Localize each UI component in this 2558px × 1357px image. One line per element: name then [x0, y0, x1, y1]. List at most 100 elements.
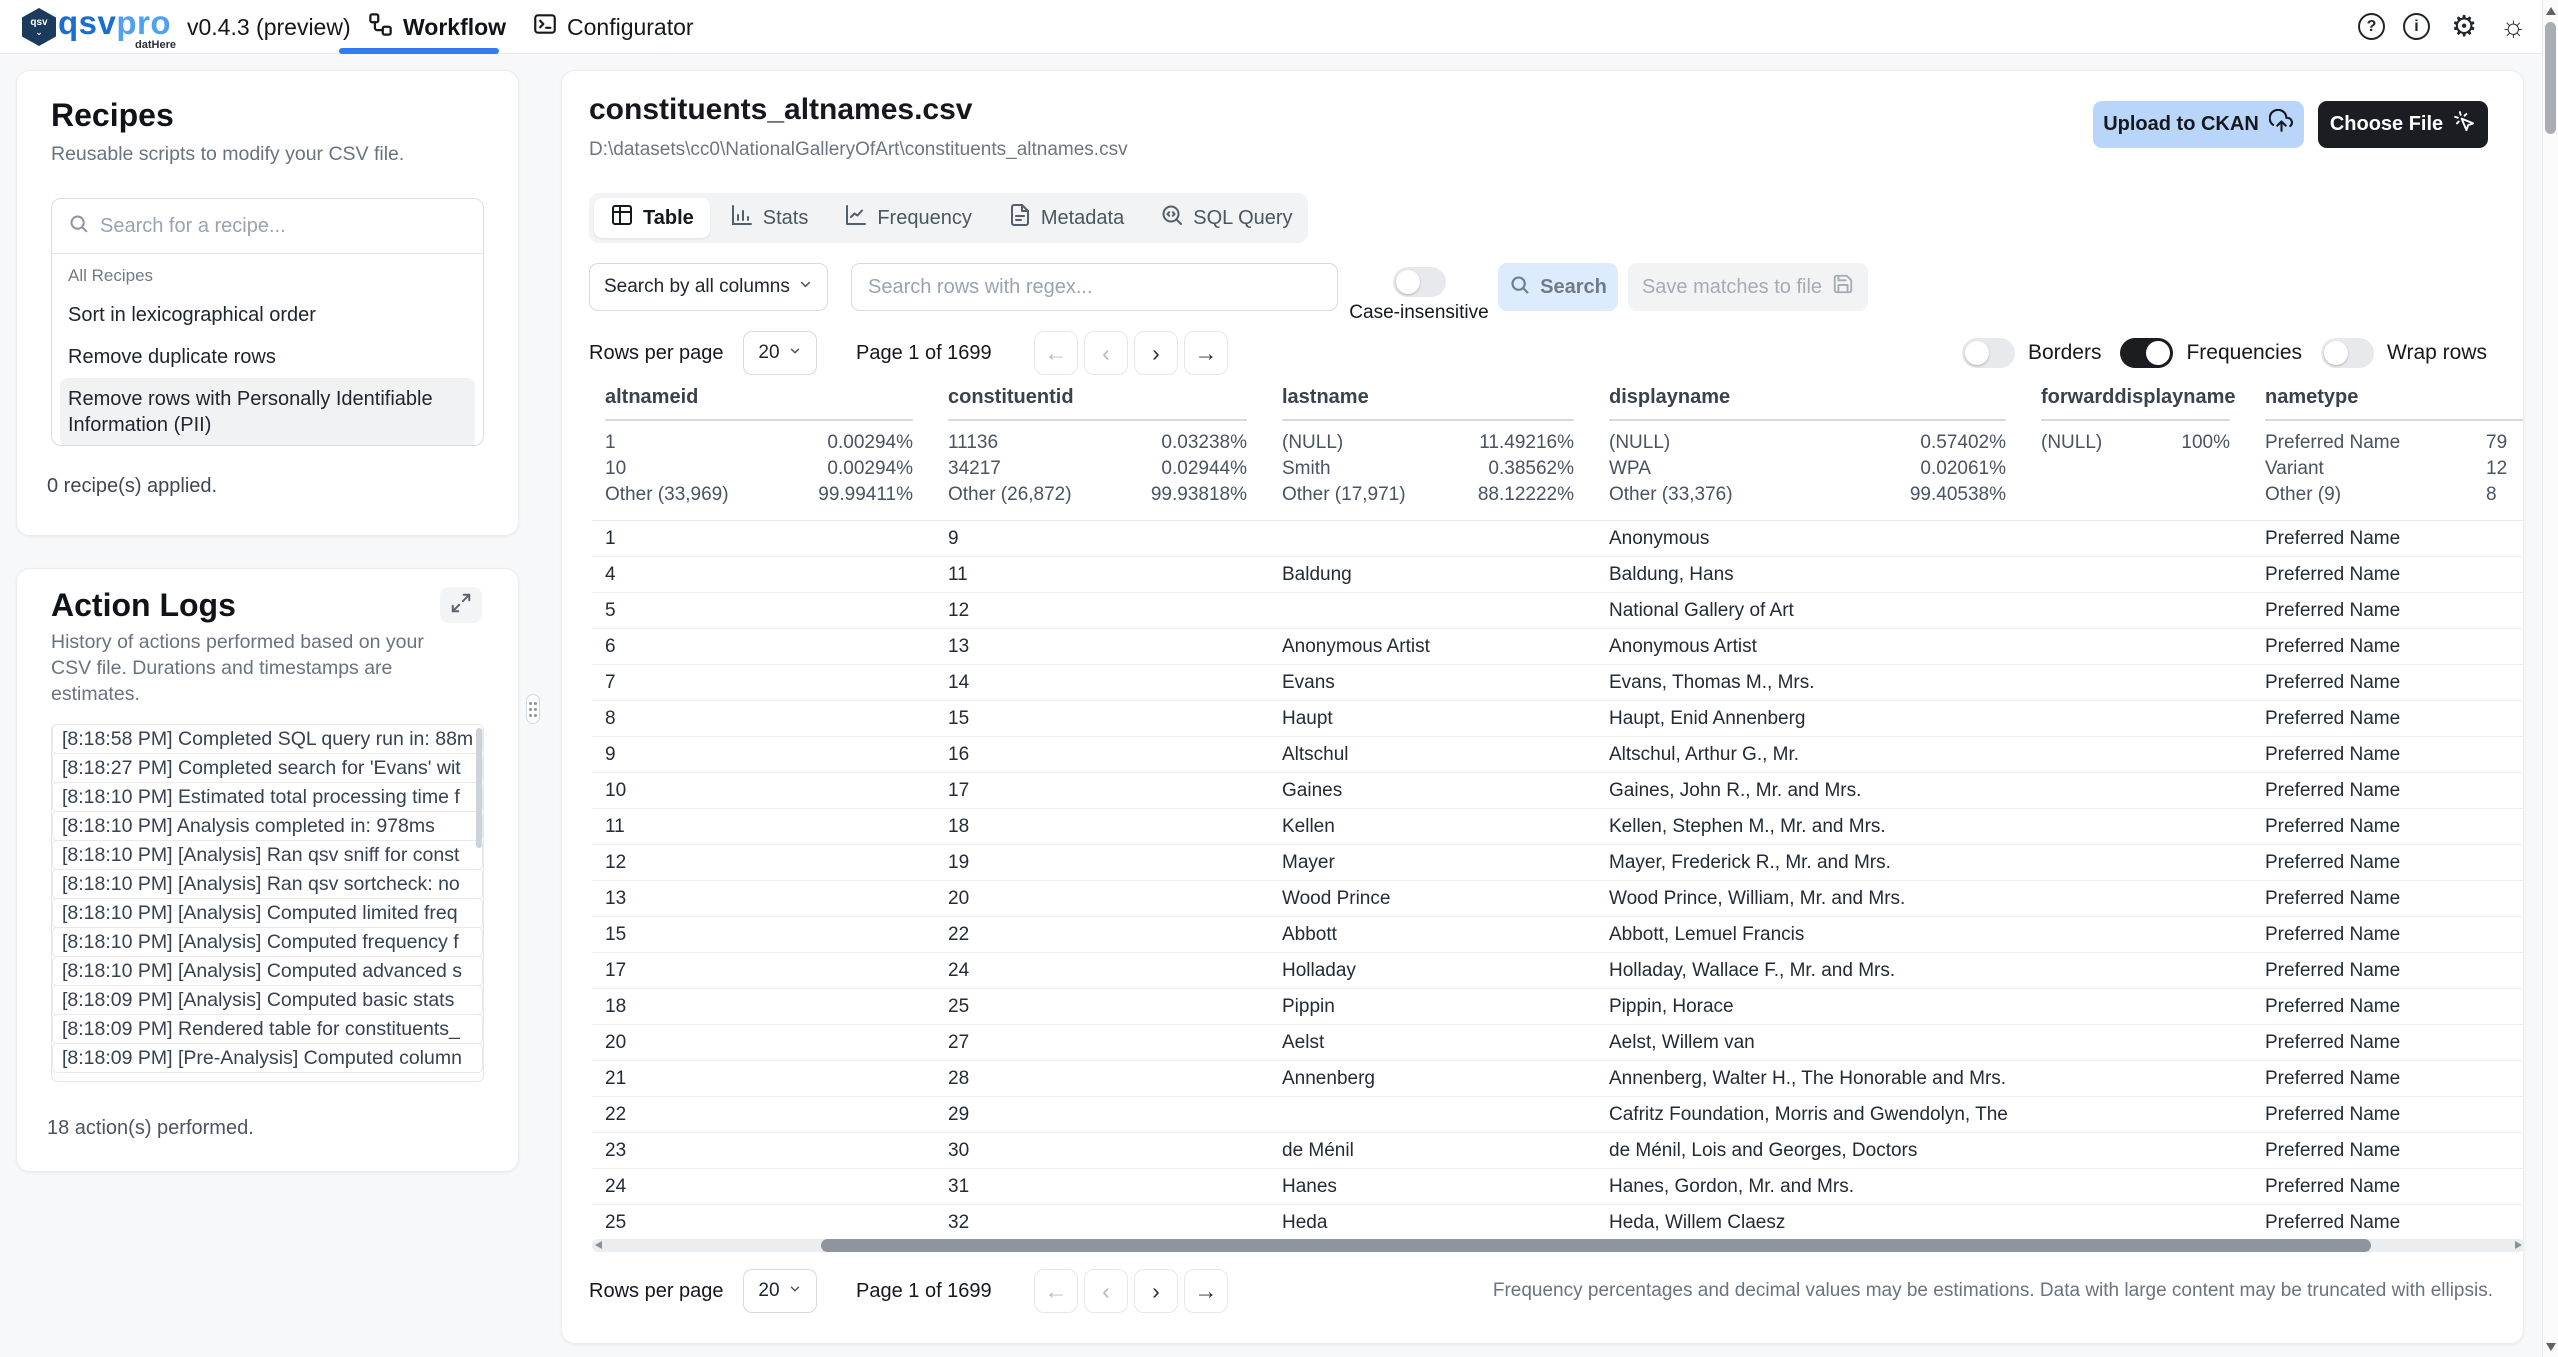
info-icon[interactable]: i — [2403, 13, 2430, 40]
table-cell: 11 — [592, 809, 935, 844]
recipe-item[interactable]: Sort in lexicographical order — [60, 294, 475, 336]
recipe-item[interactable]: Remove duplicate rows — [60, 336, 475, 378]
window-scrollbar-thumb[interactable] — [2545, 22, 2556, 134]
scroll-up-arrow-icon[interactable] — [2546, 7, 2556, 15]
table-cell: 24 — [935, 953, 1269, 988]
tab-sql-query[interactable]: SQL Query — [1144, 198, 1308, 238]
frequency-cell: (NULL)100% — [2028, 421, 2252, 520]
scroll-left-arrow-icon[interactable] — [595, 1241, 602, 1249]
table-cell: Anonymous Artist — [1596, 629, 2028, 664]
log-entry: [8:18:10 PM] [Analysis] Computed frequen… — [52, 927, 483, 957]
search-scope-select[interactable]: Search by all columns — [589, 263, 828, 311]
recipe-search-input[interactable] — [100, 215, 460, 238]
table-cell — [2028, 1169, 2252, 1204]
recipe-item[interactable]: Remove rows with Personally Identifiable… — [60, 378, 475, 446]
prev-page-button[interactable]: ‹ — [1084, 1269, 1128, 1313]
table-cell: 19 — [935, 845, 1269, 880]
settings-gear-icon[interactable]: ⚙ — [2451, 8, 2477, 46]
table-row: 815HauptHaupt, Enid AnnenbergPreferred N… — [592, 701, 2524, 737]
choose-file-label: Choose File — [2330, 113, 2443, 136]
table-cell: Preferred Name — [2252, 1097, 2524, 1132]
table-cell — [2028, 521, 2252, 556]
tab-metadata[interactable]: Metadata — [992, 198, 1140, 238]
log-scrollbar-thumb[interactable] — [476, 728, 482, 848]
last-page-button[interactable]: → — [1184, 1269, 1228, 1313]
table-cell: Preferred Name — [2252, 881, 2524, 916]
table-cell: Mayer, Frederick R., Mr. and Mrs. — [1596, 845, 2028, 880]
frequency-cell: (NULL)11.49216%Smith0.38562%Other (17,97… — [1269, 421, 1596, 520]
window-scrollbar[interactable] — [2542, 0, 2558, 1357]
file-title: constituents_altnames.csv — [589, 93, 972, 127]
table-header-row: altnameid constituentid lastname display… — [592, 386, 2524, 421]
table-cell: Annenberg — [1269, 1061, 1596, 1096]
tab-stats[interactable]: Stats — [714, 198, 825, 238]
table-row: 1118KellenKellen, Stephen M., Mr. and Mr… — [592, 809, 2524, 845]
topbar: qsv⌄ qsvpro datHere v0.4.3 (preview) Wor… — [0, 0, 2558, 54]
rows-per-page-value: 20 — [758, 342, 779, 364]
column-header[interactable]: forwarddisplayname — [2028, 386, 2252, 421]
rows-per-page-select[interactable]: 20 — [743, 331, 817, 375]
expand-logs-button[interactable] — [440, 587, 482, 623]
scroll-down-arrow-icon[interactable] — [2546, 1343, 2556, 1351]
column-header[interactable]: displayname — [1596, 386, 2028, 421]
table-cell: Altschul, Arthur G., Mr. — [1596, 737, 2028, 772]
column-header[interactable]: nametype — [2252, 386, 2524, 421]
table-row: 512National Gallery of ArtPreferred Name — [592, 593, 2524, 629]
recipe-search-box: All Recipes Sort in lexicographical orde… — [51, 198, 484, 446]
display-toggles: Borders Frequencies Wrap rows — [1962, 331, 2493, 375]
first-page-button[interactable]: ← — [1034, 331, 1078, 375]
data-table: altnameid constituentid lastname display… — [592, 386, 2524, 1238]
tab-table[interactable]: Table — [594, 198, 710, 238]
last-page-button[interactable]: → — [1184, 331, 1228, 375]
sidebar-resize-handle[interactable] — [526, 694, 540, 724]
regex-search-input[interactable] — [851, 263, 1338, 311]
horizontal-scrollbar[interactable] — [592, 1239, 2524, 1252]
theme-sun-icon[interactable]: ☼ — [2500, 8, 2527, 46]
app-logo: qsvpro — [58, 4, 171, 42]
table-cell: Holladay, Wallace F., Mr. and Mrs. — [1596, 953, 2028, 988]
table-body: 19AnonymousPreferred Name411BaldungBaldu… — [592, 521, 2524, 1238]
tab-workflow[interactable]: Workflow — [367, 0, 506, 54]
first-page-button[interactable]: ← — [1034, 1269, 1078, 1313]
rows-per-page-select[interactable]: 20 — [743, 1269, 817, 1313]
frequencies-toggle[interactable] — [2120, 338, 2173, 368]
wrap-rows-toggle[interactable] — [2321, 338, 2374, 368]
horizontal-scrollbar-thumb[interactable] — [821, 1239, 2371, 1252]
upload-to-ckan-button[interactable]: Upload to CKAN — [2093, 101, 2304, 148]
log-list[interactable]: [8:18:58 PM] Completed SQL query run in:… — [51, 724, 484, 1082]
scroll-right-arrow-icon[interactable] — [2515, 1241, 2522, 1249]
save-matches-button[interactable]: Save matches to file — [1628, 263, 1868, 311]
table-row: 2027AelstAelst, Willem vanPreferred Name — [592, 1025, 2524, 1061]
log-entry: [8:18:09 PM] [Analysis] Computed basic s… — [52, 985, 483, 1015]
cloud-upload-icon — [2269, 109, 2294, 140]
table-cell: Preferred Name — [2252, 1061, 2524, 1096]
help-icon[interactable]: ? — [2358, 13, 2385, 40]
chevron-down-icon — [788, 1280, 802, 1302]
table-cell: Preferred Name — [2252, 593, 2524, 628]
next-page-button[interactable]: › — [1134, 1269, 1178, 1313]
column-header[interactable]: altnameid — [592, 386, 935, 421]
column-header[interactable]: lastname — [1269, 386, 1596, 421]
table-row: 613Anonymous ArtistAnonymous ArtistPrefe… — [592, 629, 2524, 665]
file-path: D:\datasets\cc0\NationalGalleryOfArt\con… — [589, 139, 1128, 161]
tab-configurator[interactable]: Configurator — [532, 0, 694, 54]
document-icon — [1008, 203, 1032, 233]
tab-frequency[interactable]: Frequency — [828, 198, 988, 238]
table-cell: 16 — [935, 737, 1269, 772]
log-entry: [8:18:10 PM] [Analysis] Ran qsv sniff fo… — [52, 840, 483, 870]
next-page-button[interactable]: › — [1134, 331, 1178, 375]
table-cell — [2028, 593, 2252, 628]
table-cell: Evans — [1269, 665, 1596, 700]
borders-toggle[interactable] — [1962, 338, 2015, 368]
table-cell — [2028, 1061, 2252, 1096]
choose-file-button[interactable]: Choose File — [2318, 101, 2488, 148]
search-button[interactable]: Search — [1498, 263, 1618, 311]
case-insensitive-toggle[interactable] — [1393, 267, 1446, 297]
chevron-down-icon: ⌄ — [35, 28, 43, 36]
table-cell: Gaines, John R., Mr. and Mrs. — [1596, 773, 2028, 808]
table-cell: Preferred Name — [2252, 737, 2524, 772]
prev-page-button[interactable]: ‹ — [1084, 331, 1128, 375]
frequency-cell: 111360.03238%342170.02944%Other (26,872)… — [935, 421, 1269, 520]
column-header[interactable]: constituentid — [935, 386, 1269, 421]
view-tabs: Table Stats Frequency Metadata SQL Query — [589, 193, 1308, 243]
